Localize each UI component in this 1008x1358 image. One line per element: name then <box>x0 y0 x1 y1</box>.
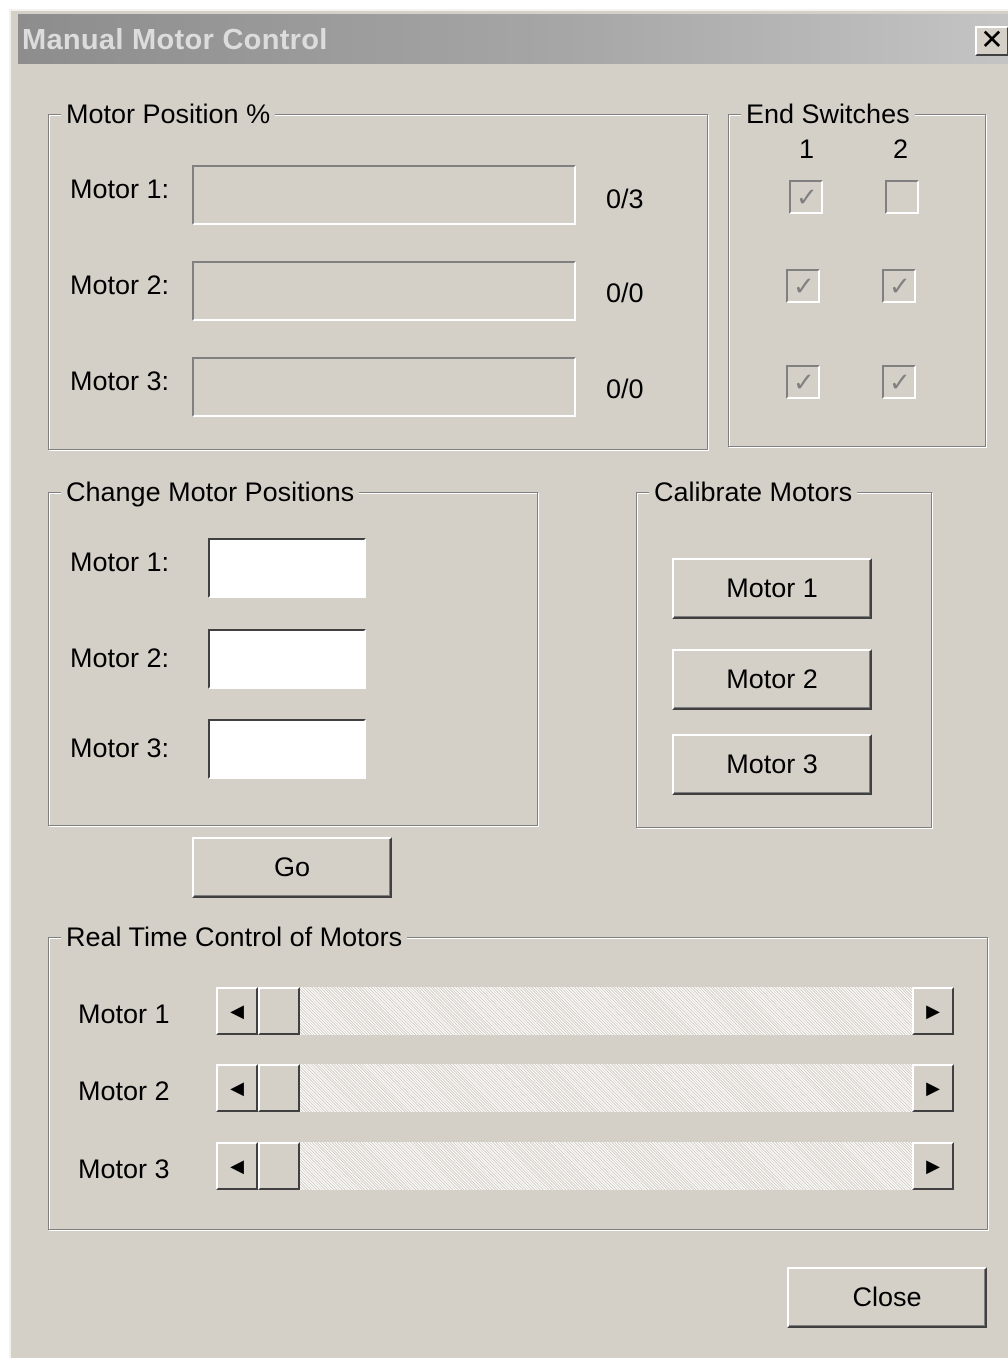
end-switch-motor-2-switch-1-checkbox[interactable]: ✓ <box>786 269 820 303</box>
window-title: Manual Motor Control <box>22 24 328 56</box>
left-arrow-icon[interactable]: ◀ <box>216 1064 258 1112</box>
end-switch-motor-3-switch-2-checkbox[interactable]: ✓ <box>882 365 916 399</box>
motor-3-position-label: Motor 3: <box>70 366 170 396</box>
motor-1-position-label: Motor 1: <box>70 174 170 204</box>
check-icon: ✓ <box>793 271 815 301</box>
realtime-motor-2-slider[interactable]: ◀ ▶ <box>216 1064 954 1112</box>
realtime-motor-3-slider[interactable]: ◀ ▶ <box>216 1142 954 1190</box>
right-arrow-icon[interactable]: ▶ <box>912 987 954 1035</box>
change-motor-1-input[interactable] <box>210 540 364 596</box>
end-switch-motor-1-switch-1-checkbox[interactable]: ✓ <box>789 180 823 214</box>
end-switch-motor-2-switch-2-checkbox[interactable]: ✓ <box>882 269 916 303</box>
calibrate-motor-1-button[interactable]: Motor 1 <box>672 558 872 619</box>
motor-position-group: Motor Position % Motor 1: 0/3 Motor 2: 0… <box>48 98 708 450</box>
change-motor-3-input[interactable] <box>210 721 364 777</box>
right-arrow-icon[interactable]: ▶ <box>912 1064 954 1112</box>
check-icon: ✓ <box>793 367 815 397</box>
realtime-motor-1-slider[interactable]: ◀ ▶ <box>216 987 954 1035</box>
title-bar[interactable]: Manual Motor Control ✕ <box>18 14 1008 64</box>
left-arrow-icon[interactable]: ◀ <box>216 1142 258 1190</box>
end-switch-col-1-header: 1 <box>799 134 815 164</box>
end-switches-legend: End Switches <box>741 98 915 130</box>
end-switch-motor-1-switch-2-checkbox[interactable] <box>885 180 919 214</box>
check-icon: ✓ <box>796 182 818 212</box>
real-time-control-legend: Real Time Control of Motors <box>61 921 408 953</box>
end-switch-motor-3-switch-1-checkbox[interactable]: ✓ <box>786 365 820 399</box>
motor-1-position-value: 0/3 <box>606 184 644 214</box>
calibrate-motors-group: Calibrate Motors Motor 1 Motor 2 Motor 3 <box>636 476 932 828</box>
motor-3-position-value: 0/0 <box>606 374 644 404</box>
right-arrow-icon[interactable]: ▶ <box>912 1142 954 1190</box>
change-motor-3-field[interactable] <box>208 719 366 779</box>
manual-motor-control-dialog: Manual Motor Control ✕ Motor Position % … <box>9 9 1008 1358</box>
go-button[interactable]: Go <box>192 837 392 898</box>
check-icon: ✓ <box>889 271 911 301</box>
end-switch-col-2-header: 2 <box>893 134 909 164</box>
calibrate-motor-3-button[interactable]: Motor 3 <box>672 734 872 795</box>
motor-2-position-label: Motor 2: <box>70 270 170 300</box>
calibrate-motors-legend: Calibrate Motors <box>649 476 858 508</box>
change-motor-positions-legend: Change Motor Positions <box>61 476 360 508</box>
realtime-motor-2-label: Motor 2 <box>78 1076 170 1106</box>
change-motor-2-label: Motor 2: <box>70 643 170 673</box>
realtime-motor-1-label: Motor 1 <box>78 999 170 1029</box>
close-button[interactable]: Close <box>787 1267 987 1328</box>
change-motor-1-label: Motor 1: <box>70 547 170 577</box>
realtime-motor-1-slider-thumb[interactable] <box>258 987 300 1035</box>
close-icon[interactable]: ✕ <box>975 26 1008 56</box>
motor-2-position-value: 0/0 <box>606 278 644 308</box>
motor-1-position-field <box>192 165 576 225</box>
realtime-motor-3-slider-thumb[interactable] <box>258 1142 300 1190</box>
realtime-motor-3-label: Motor 3 <box>78 1154 170 1184</box>
end-switches-group: End Switches 1 2 ✓ ✓ ✓ ✓ ✓ <box>728 98 986 447</box>
motor-position-legend: Motor Position % <box>61 98 276 130</box>
change-motor-positions-group: Change Motor Positions Motor 1: Motor 2:… <box>48 476 538 826</box>
change-motor-3-label: Motor 3: <box>70 733 170 763</box>
realtime-motor-2-slider-thumb[interactable] <box>258 1064 300 1112</box>
motor-2-position-field <box>192 261 576 321</box>
check-icon: ✓ <box>889 367 911 397</box>
change-motor-2-input[interactable] <box>210 631 364 687</box>
motor-3-position-field <box>192 357 576 417</box>
calibrate-motor-2-button[interactable]: Motor 2 <box>672 649 872 710</box>
change-motor-2-field[interactable] <box>208 629 366 689</box>
change-motor-1-field[interactable] <box>208 538 366 598</box>
left-arrow-icon[interactable]: ◀ <box>216 987 258 1035</box>
